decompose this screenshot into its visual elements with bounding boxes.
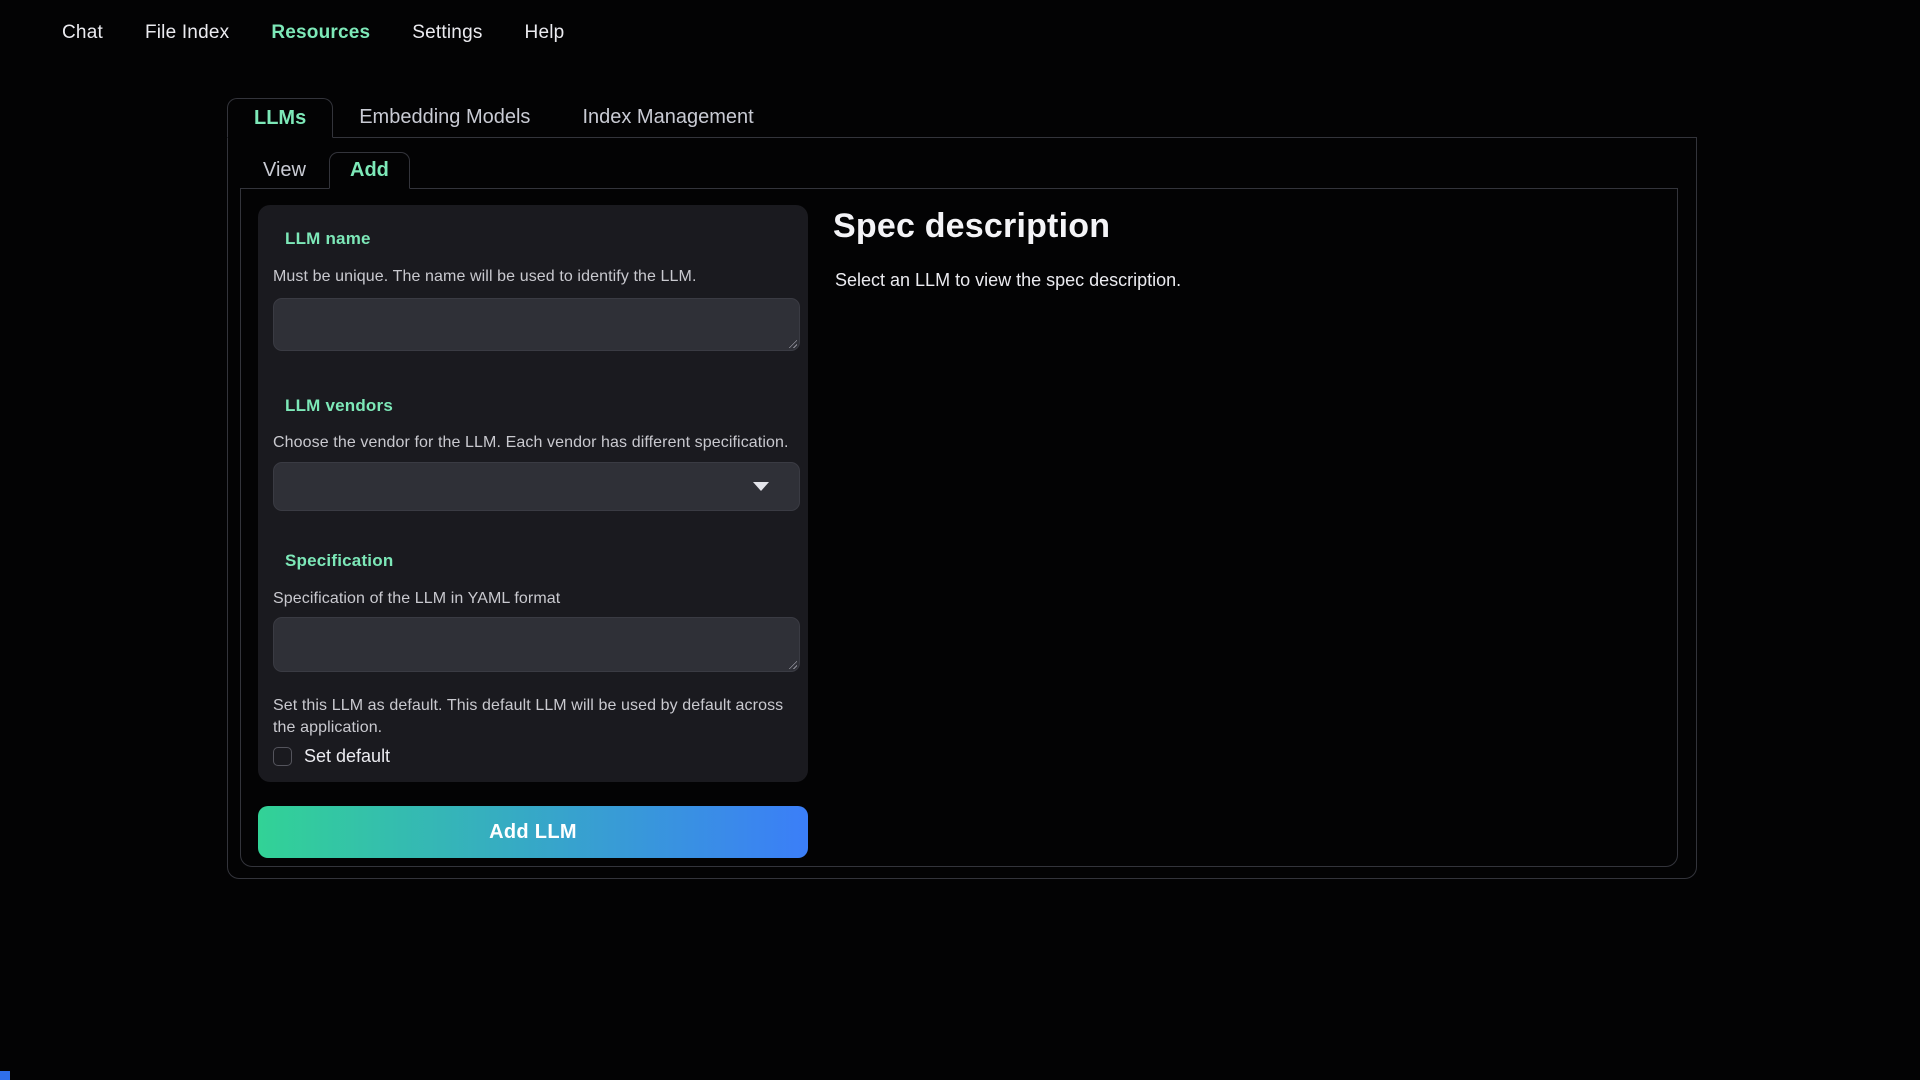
top-navigation: Chat File Index Resources Settings Help <box>62 22 564 44</box>
tab-llms[interactable]: LLMs <box>227 98 333 138</box>
subtab-view[interactable]: View <box>240 152 329 188</box>
set-default-checkbox[interactable] <box>273 747 292 766</box>
chevron-down-icon <box>753 482 769 491</box>
llm-subtab-row: View Add <box>240 152 1678 189</box>
llm-name-input[interactable] <box>273 298 800 351</box>
spec-description-body: Select an LLM to view the spec descripti… <box>835 270 1181 291</box>
set-default-row: Set default <box>273 746 390 767</box>
llm-vendors-info: Choose the vendor for the LLM. Each vend… <box>273 434 789 452</box>
resources-tab-row: LLMs Embedding Models Index Management <box>227 98 1697 138</box>
nav-item-file-index[interactable]: File Index <box>145 22 229 44</box>
tab-embedding-models[interactable]: Embedding Models <box>333 98 556 137</box>
llm-name-label: LLM name <box>285 229 371 249</box>
app-root: Chat File Index Resources Settings Help … <box>0 0 1920 1080</box>
nav-item-settings[interactable]: Settings <box>412 22 482 44</box>
add-llm-button[interactable]: Add LLM <box>258 806 808 858</box>
specification-label: Specification <box>285 551 393 571</box>
llm-vendors-label: LLM vendors <box>285 396 393 416</box>
set-default-label: Set default <box>304 746 390 767</box>
set-default-info: Set this LLM as default. This default LL… <box>273 695 793 739</box>
llm-name-field-wrap <box>273 298 800 351</box>
spec-description-title: Spec description <box>833 207 1110 246</box>
tab-index-management[interactable]: Index Management <box>556 98 779 137</box>
specification-field-wrap <box>273 617 800 672</box>
nav-item-resources[interactable]: Resources <box>271 22 370 44</box>
add-llm-form: LLM name Must be unique. The name will b… <box>258 205 808 782</box>
llm-vendors-dropdown[interactable] <box>273 462 800 511</box>
nav-item-chat[interactable]: Chat <box>62 22 103 44</box>
llm-name-info: Must be unique. The name will be used to… <box>273 268 697 286</box>
scrollbar-artifact <box>0 1071 10 1080</box>
nav-item-help[interactable]: Help <box>525 22 565 44</box>
subtab-add[interactable]: Add <box>329 152 410 189</box>
specification-info: Specification of the LLM in YAML format <box>273 590 560 608</box>
specification-input[interactable] <box>273 617 800 672</box>
